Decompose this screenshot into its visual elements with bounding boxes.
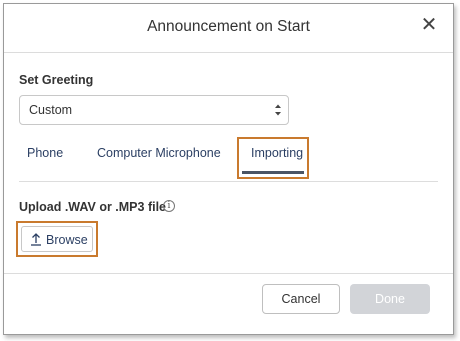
tab-importing-label: Importing	[251, 146, 304, 160]
done-button[interactable]: Done	[350, 284, 430, 314]
set-greeting-label: Set Greeting	[19, 73, 94, 87]
browse-label: Browse	[46, 233, 88, 247]
upload-label: Upload .WAV or .MP3 file	[19, 200, 167, 214]
tab-phone[interactable]: Phone	[27, 146, 63, 160]
dialog-title: Announcement on Start	[147, 18, 310, 35]
close-icon[interactable]: ✕	[419, 15, 439, 35]
browse-highlight: Browse	[16, 221, 98, 257]
browse-button[interactable]: Browse	[21, 226, 93, 252]
input-tabs: Phone Computer Microphone Importing	[19, 137, 438, 182]
upload-icon	[31, 233, 41, 246]
select-arrows-icon	[275, 104, 281, 116]
greeting-select-value: Custom	[29, 103, 73, 117]
info-icon[interactable]: i	[163, 200, 175, 212]
tab-computer-microphone[interactable]: Computer Microphone	[97, 146, 221, 160]
greeting-select[interactable]: Custom	[19, 95, 289, 125]
dialog-header: Announcement on Start ✕	[4, 4, 453, 53]
tab-importing[interactable]: Importing	[237, 137, 309, 179]
dialog-footer: Cancel Done	[4, 273, 453, 334]
active-tab-indicator	[242, 171, 304, 174]
dialog: Announcement on Start ✕ Set Greeting Cus…	[3, 3, 454, 335]
cancel-button[interactable]: Cancel	[262, 284, 340, 314]
